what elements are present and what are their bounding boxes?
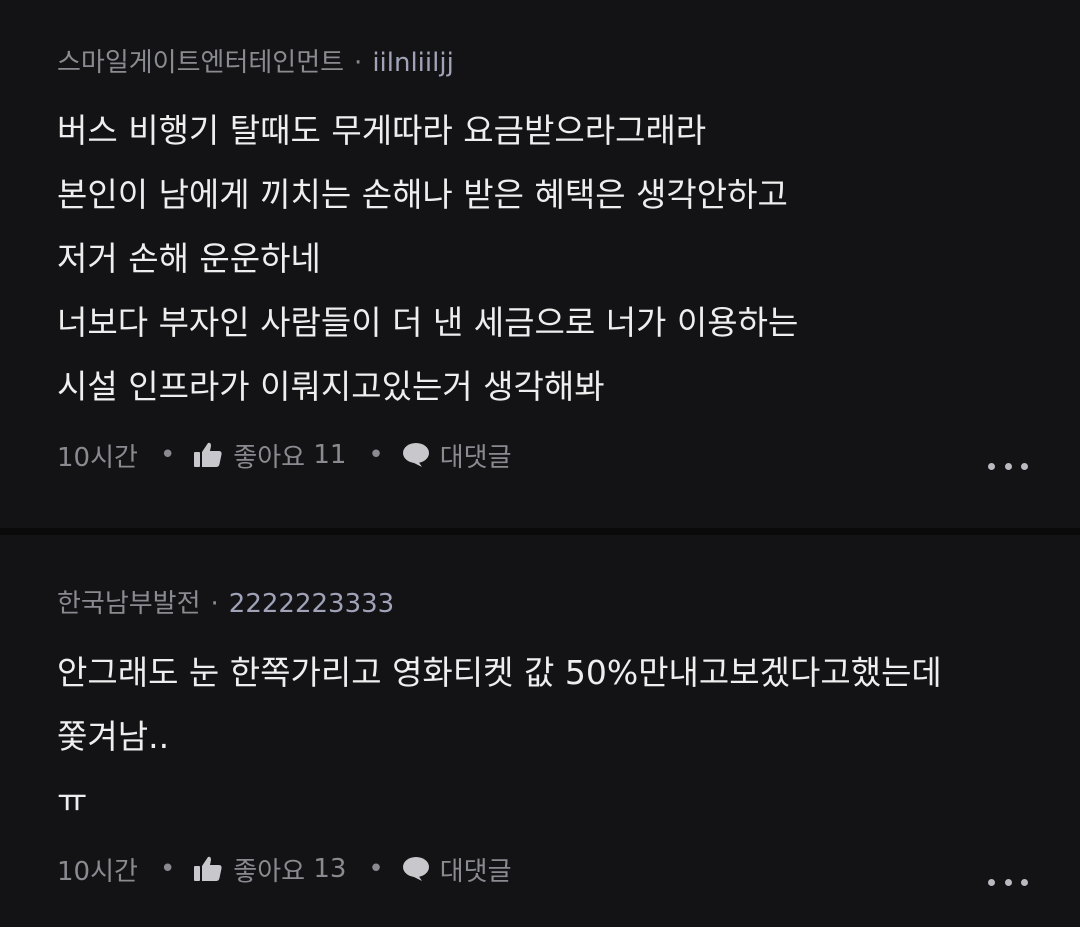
- thumbs-up-icon: [193, 441, 223, 469]
- like-button[interactable]: 좋아요 13: [193, 851, 346, 888]
- action-separator: •: [368, 440, 384, 470]
- comment-actions: 10시간 • 좋아요 13 • 대댓글: [57, 851, 512, 887]
- comment-username[interactable]: iilnliiljj: [372, 48, 454, 78]
- meta-separator: ·: [354, 48, 363, 78]
- more-options-icon[interactable]: [988, 875, 1028, 889]
- like-button[interactable]: 좋아요 11: [193, 437, 346, 474]
- like-count: 13: [313, 854, 347, 884]
- reply-button[interactable]: 대댓글: [402, 851, 512, 888]
- comment: 스마일게이트엔터테인먼트 · iilnliiljj 버스 비행기 탈때도 무게따라 …: [0, 0, 1080, 528]
- reply-button[interactable]: 대댓글: [402, 437, 512, 474]
- speech-bubble-icon: [402, 856, 430, 882]
- comment-actions: 10시간 • 좋아요 11 • 대댓글: [57, 437, 512, 473]
- comment-header: 스마일게이트엔터테인먼트 · iilnliiljj: [57, 50, 454, 76]
- speech-bubble-icon: [402, 442, 430, 468]
- comment-line: 저거 손해 운운하네: [57, 239, 321, 278]
- comment-line: 안그래도 눈 한쪽가리고 영화티켓 값 50%만내고보겠다고했는데: [57, 653, 942, 692]
- more-options-icon[interactable]: [988, 459, 1028, 473]
- comment-line: ㅠ: [57, 781, 88, 820]
- action-separator: •: [159, 854, 176, 884]
- comment-line: 쫓겨남..: [57, 717, 170, 756]
- comment-author[interactable]: 한국남부발전: [57, 589, 201, 619]
- comment-body: 안그래도 눈 한쪽가리고 영화티켓 값 50%만내고보겠다고했는데 쫓겨남.. …: [57, 641, 1047, 833]
- action-separator: •: [159, 440, 176, 470]
- like-label: 좋아요: [233, 856, 306, 887]
- thumbs-up-icon: [193, 855, 223, 883]
- comment-header: 한국남부발전 · 2222223333: [57, 591, 394, 617]
- comment: 한국남부발전 · 2222223333 안그래도 눈 한쪽가리고 영화티켓 값 50…: [0, 535, 1080, 927]
- comment-time: 10시간: [57, 856, 138, 887]
- like-count: 11: [313, 440, 347, 470]
- comment-time: 10시간: [57, 442, 138, 473]
- comment-line: 본인이 남에게 끼치는 손해나 받은 혜택은 생각안하고: [57, 175, 788, 214]
- comment-line: 시설 인프라가 이뤄지고있는거 생각해봐: [57, 367, 605, 406]
- meta-separator: ·: [210, 589, 219, 619]
- action-separator: •: [368, 854, 384, 884]
- comment-author[interactable]: 스마일게이트엔터테인먼트: [57, 48, 344, 78]
- comment-username[interactable]: 2222223333: [229, 589, 394, 619]
- comment-divider: [0, 528, 1080, 535]
- reply-label: 대댓글: [439, 442, 512, 473]
- reply-label: 대댓글: [439, 856, 512, 887]
- comment-body: 버스 비행기 탈때도 무게따라 요금받으라그래라 본인이 남에게 끼치는 손해나…: [57, 99, 1047, 419]
- comment-line: 너보다 부자인 사람들이 더 낸 세금으로 너가 이용하는: [57, 303, 799, 342]
- comment-line: 버스 비행기 탈때도 무게따라 요금받으라그래라: [57, 111, 707, 150]
- like-label: 좋아요: [233, 442, 306, 473]
